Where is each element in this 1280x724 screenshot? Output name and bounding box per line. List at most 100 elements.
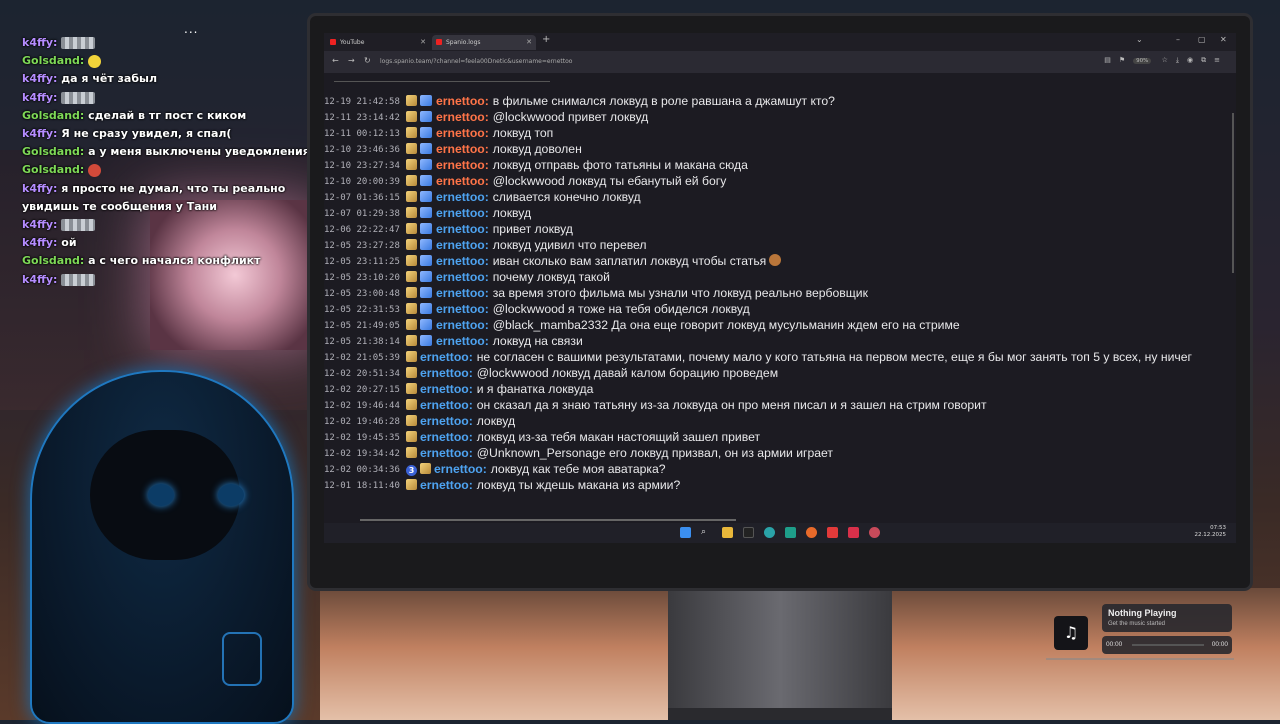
log-username[interactable]: ernettoo: bbox=[436, 318, 489, 332]
translate-icon[interactable]: ⚑ bbox=[1119, 56, 1133, 64]
chat-text: Я не сразу увидел, я спал( bbox=[61, 127, 232, 141]
log-timestamp: 12-19 21:42:58 bbox=[324, 97, 400, 107]
subscriber-badge-icon bbox=[406, 479, 417, 490]
bookmark-star-icon[interactable]: ☆ bbox=[1162, 56, 1176, 64]
chat-message: Golsdand: bbox=[22, 52, 312, 70]
music-widget: ♫ Nothing Playing Get the music started … bbox=[1046, 602, 1234, 660]
reader-icon[interactable]: ▤ bbox=[1104, 56, 1119, 64]
log-message: не согласен с вашими результатами, почем… bbox=[476, 350, 1192, 364]
log-username[interactable]: ernettoo: bbox=[420, 398, 473, 412]
log-username[interactable]: ernettoo: bbox=[436, 94, 489, 108]
new-tab-button[interactable]: + bbox=[542, 34, 550, 45]
log-row: 12-11 00:12:13 ernettoo: локвуд топ bbox=[324, 125, 1236, 141]
log-username[interactable]: ernettoo: bbox=[436, 238, 489, 252]
reload-icon[interactable]: ↻ bbox=[364, 56, 371, 65]
start-icon[interactable] bbox=[680, 527, 691, 538]
monitor-stand bbox=[668, 588, 892, 720]
download-icon[interactable]: ⤓ bbox=[1176, 56, 1187, 64]
zoom-level[interactable]: 90% bbox=[1133, 58, 1152, 64]
tab-youtube[interactable]: YouTube ✕ bbox=[326, 35, 430, 50]
chat-username: Golsdand: bbox=[22, 145, 85, 159]
log-username[interactable]: ernettoo: bbox=[436, 142, 489, 156]
close-icon[interactable]: ✕ bbox=[526, 35, 532, 50]
log-username[interactable]: ernettoo: bbox=[436, 334, 489, 348]
tab-spanio-logs[interactable]: Spanio.logs ✕ bbox=[432, 35, 536, 50]
log-message: локвуд bbox=[476, 414, 516, 428]
log-username[interactable]: ernettoo: bbox=[420, 414, 473, 428]
subscriber-badge-icon bbox=[406, 143, 417, 154]
subscriber-badge-icon bbox=[406, 351, 417, 362]
window-close-button[interactable]: ✕ bbox=[1220, 35, 1227, 44]
address-bar[interactable]: logs.spanio.team/?channel=feela00Dnetic&… bbox=[380, 55, 1080, 69]
log-username[interactable]: ernettoo: bbox=[436, 270, 489, 284]
log-username[interactable]: ernettoo: bbox=[420, 430, 473, 444]
log-message: @lockwwood локвуд ты ебанутый ей богу bbox=[492, 174, 727, 188]
log-row: 12-05 21:49:05 ernettoo: @black_mamba2332… bbox=[324, 317, 1236, 333]
chat-username: k4ffy: bbox=[22, 90, 58, 104]
log-username[interactable]: ernettoo: bbox=[436, 126, 489, 140]
chat-message: k4ffy: bbox=[22, 34, 312, 52]
minimize-button[interactable]: – bbox=[1176, 35, 1180, 44]
emote-icon bbox=[61, 219, 96, 232]
log-row: 12-05 23:11:25 ernettoo: иван сколько вам… bbox=[324, 253, 1236, 269]
log-timestamp: 12-11 23:14:42 bbox=[324, 113, 400, 123]
chat-text: сделай в тг пост с киком bbox=[88, 108, 247, 122]
log-timestamp: 12-11 00:12:13 bbox=[324, 129, 400, 139]
app-icon[interactable] bbox=[785, 527, 796, 538]
subscriber-badge-icon bbox=[406, 287, 417, 298]
log-username[interactable]: ernettoo: bbox=[436, 158, 489, 172]
site-icon bbox=[436, 39, 442, 45]
log-username[interactable]: ernettoo: bbox=[436, 254, 489, 268]
vertical-scrollbar[interactable] bbox=[1232, 113, 1234, 273]
taskbar-clock[interactable]: 07:53 22.12.2025 bbox=[1195, 525, 1227, 539]
log-username[interactable]: ernettoo: bbox=[436, 190, 489, 204]
search-icon[interactable]: ⌕ bbox=[701, 527, 712, 538]
log-username[interactable]: ernettoo: bbox=[420, 446, 473, 460]
log-username[interactable]: ernettoo: bbox=[420, 382, 473, 396]
log-username[interactable]: ernettoo: bbox=[436, 222, 489, 236]
log-row: 12-02 19:45:35 ernettoo: локвуд из-за теб… bbox=[324, 429, 1236, 445]
forward-arrow-icon[interactable]: → bbox=[348, 56, 355, 65]
log-username[interactable]: ernettoo: bbox=[434, 462, 487, 476]
menu-icon[interactable]: ≡ bbox=[1214, 56, 1228, 64]
browser-icon[interactable] bbox=[764, 527, 775, 538]
log-message: локвуд доволен bbox=[492, 142, 582, 156]
extensions-icon[interactable]: ⧉ bbox=[1201, 56, 1214, 64]
maximize-button[interactable]: ▢ bbox=[1198, 35, 1206, 44]
log-username[interactable]: ernettoo: bbox=[436, 206, 489, 220]
firefox-icon[interactable] bbox=[806, 527, 817, 538]
log-username[interactable]: ernettoo: bbox=[436, 174, 489, 188]
log-username[interactable]: ernettoo: bbox=[436, 110, 489, 124]
log-username[interactable]: ernettoo: bbox=[436, 302, 489, 316]
mod-badge-icon bbox=[420, 319, 432, 330]
chat-username: k4ffy: bbox=[22, 72, 58, 86]
app-icon-red[interactable] bbox=[848, 527, 859, 538]
lock-icon bbox=[222, 632, 262, 686]
clock-date: 22.12.2025 bbox=[1194, 532, 1227, 538]
log-username[interactable]: ernettoo: bbox=[436, 286, 489, 300]
back-arrow-icon[interactable]: ← bbox=[332, 56, 339, 65]
log-username[interactable]: ernettoo: bbox=[420, 478, 473, 492]
horizontal-scrollbar[interactable] bbox=[360, 519, 736, 521]
chat-username: k4ffy: bbox=[22, 218, 58, 232]
folder-icon[interactable] bbox=[722, 527, 733, 538]
chat-username: k4ffy: bbox=[22, 236, 58, 250]
shield-icon[interactable] bbox=[827, 527, 838, 538]
emote-icon bbox=[61, 273, 96, 286]
mod-badge-icon bbox=[420, 255, 432, 266]
log-username[interactable]: ernettoo: bbox=[420, 350, 473, 364]
log-row: 12-05 22:31:53 ernettoo: @lockwwood я тож… bbox=[324, 301, 1236, 317]
log-message: иван сколько вам заплатил локвуд чтобы с… bbox=[492, 254, 767, 268]
terminal-icon[interactable] bbox=[743, 527, 754, 538]
account-icon[interactable]: ◉ bbox=[1187, 56, 1201, 64]
app-icon-round[interactable] bbox=[869, 527, 880, 538]
close-icon[interactable]: ✕ bbox=[420, 35, 426, 50]
log-message: @lockwwood привет локвуд bbox=[492, 110, 649, 124]
tab-list-chevron-icon[interactable]: ⌄ bbox=[1136, 35, 1143, 44]
tab-label: Spanio.logs bbox=[446, 39, 481, 46]
emoji-icon bbox=[769, 254, 782, 266]
mod-badge-icon bbox=[420, 303, 432, 314]
chat-text: а у меня выключены уведомления bbox=[88, 145, 310, 159]
chat-text: ой bbox=[61, 236, 77, 250]
log-username[interactable]: ernettoo: bbox=[420, 366, 473, 380]
